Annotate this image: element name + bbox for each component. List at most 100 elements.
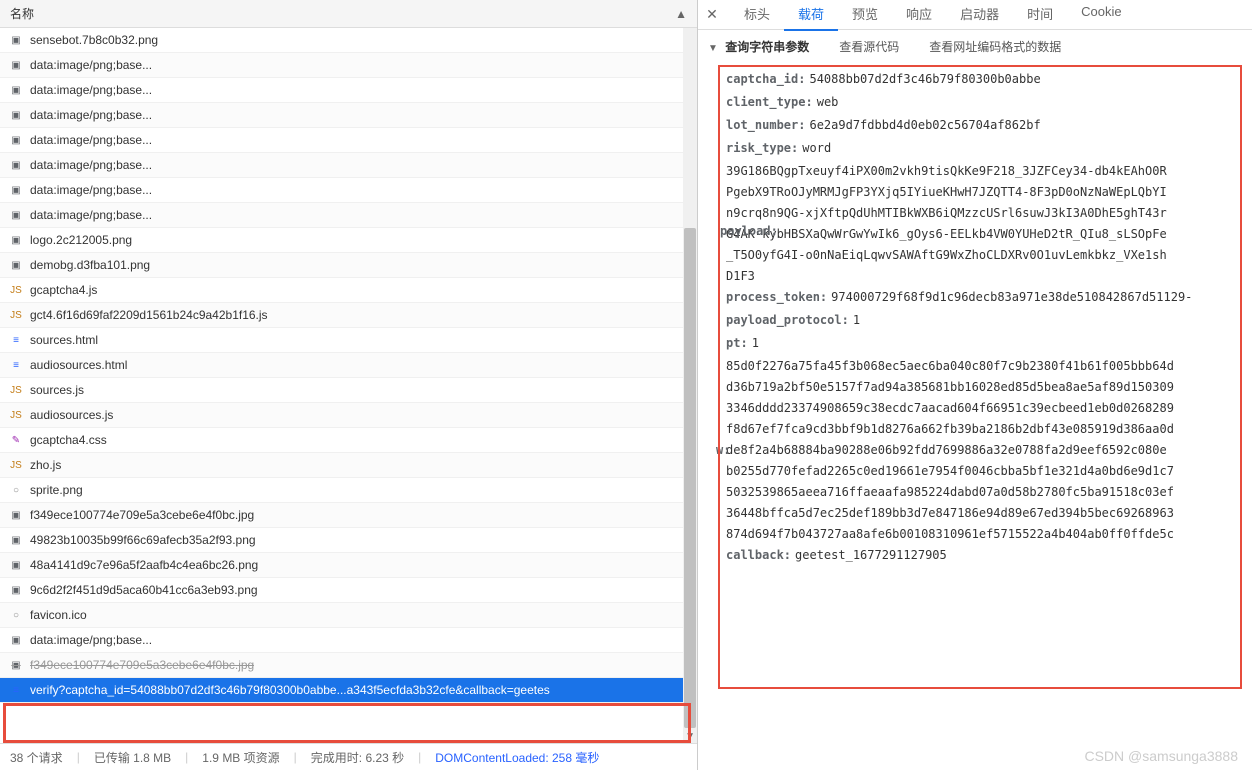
- request-name: data:image/png;base...: [30, 633, 152, 647]
- param-w: 85d0f2276a75fa45f3b068ec5aec6ba040c80f7c…: [726, 356, 1242, 545]
- param-payload-protocol: payload_protocol 1: [726, 310, 1242, 331]
- tab-4[interactable]: 启动器: [946, 0, 1013, 31]
- generic-file-icon: ○: [8, 482, 24, 498]
- status-resources: 1.9 MB 项资源: [202, 749, 279, 766]
- request-name: zho.js: [30, 458, 61, 472]
- request-list[interactable]: ▣sensebot.7b8c0b32.png▣data:image/png;ba…: [0, 28, 697, 743]
- scrollbar-thumb[interactable]: [684, 228, 696, 728]
- request-row[interactable]: ▣9c6d2f2f451d9d5aca60b41cc6a3eb93.png: [0, 578, 697, 603]
- request-name: 48a4141d9c7e96a5f2aafb4c4ea6bc26.png: [30, 558, 258, 572]
- request-name: gcaptcha4.js: [30, 283, 97, 297]
- image-file-icon: ▣: [8, 182, 24, 198]
- status-finish: 完成用时: 6.23 秒: [311, 749, 404, 766]
- request-row[interactable]: JS gcaptcha4.js: [0, 278, 697, 303]
- status-transferred: 已传输 1.8 MB: [94, 749, 171, 766]
- scrollbar-track[interactable]: [683, 28, 697, 743]
- request-row[interactable]: ▣data:image/png;base...: [0, 203, 697, 228]
- tab-3[interactable]: 响应: [892, 0, 946, 31]
- html-file-icon: ≡: [8, 357, 24, 373]
- view-urlencoded-link[interactable]: 查看网址编码格式的数据: [929, 38, 1061, 55]
- request-name: logo.2c212005.png: [30, 233, 132, 247]
- request-row[interactable]: ▣data:image/png;base...: [0, 628, 697, 653]
- request-row[interactable]: ≡sources.html: [0, 328, 697, 353]
- request-row[interactable]: ▣ f349ece100774e709e5a3cebe6e4f0bc.jpg: [0, 653, 697, 678]
- tab-6[interactable]: Cookie: [1067, 0, 1135, 31]
- request-name: data:image/png;base...: [30, 83, 152, 97]
- request-row[interactable]: ≡audiosources.html: [0, 353, 697, 378]
- param-lot-number: lot_number 6e2a9d7fdbbd4d0eb02c56704af86…: [726, 115, 1242, 136]
- payload-line: G4AK-kybHBSXaQwWrGwYwIk6_gOys6-EELkb4VW0…: [726, 224, 1242, 245]
- request-row[interactable]: ▣f349ece100774e709e5a3cebe6e4f0bc.jpg: [0, 503, 697, 528]
- image-file-icon: ▣: [8, 157, 24, 173]
- request-name: sprite.png: [30, 483, 83, 497]
- scroll-down-arrow-icon[interactable]: ▼: [685, 731, 695, 742]
- request-row[interactable]: ○favicon.ico: [0, 603, 697, 628]
- view-source-link[interactable]: 查看源代码: [839, 38, 899, 55]
- param-risk-type: risk_type word: [726, 138, 1242, 159]
- image-file-icon: ▣: [8, 232, 24, 248]
- request-row[interactable]: ○ sprite.png: [0, 478, 697, 503]
- w-line: b0255d770fefad2265c0ed19661e7954f0046cbb…: [726, 461, 1242, 482]
- w-line: 5032539865aeea716ffaeaafa985224dabd07a0d…: [726, 482, 1242, 503]
- query-params: captcha_id 54088bb07d2df3c46b79f80300b0a…: [706, 63, 1252, 574]
- disclosure-triangle-icon[interactable]: ▼: [708, 43, 718, 54]
- request-row[interactable]: JS zho.js: [0, 453, 697, 478]
- payload-line: n9crq8n9QG-xjXftpQdUhMTIBkWXB6iQMzzcUSrl…: [726, 203, 1242, 224]
- w-line: 874d694f7b043727aa8afe6b00108310961ef571…: [726, 524, 1242, 545]
- tab-1[interactable]: 载荷: [784, 0, 838, 31]
- request-name: verify?captcha_id=54088bb07d2df3c46b79f8…: [30, 683, 550, 697]
- image-file-icon: ▣: [8, 32, 24, 48]
- request-name: sources.js: [30, 383, 84, 397]
- network-requests-panel: 名称 ▲ ▣sensebot.7b8c0b32.png▣data:image/p…: [0, 0, 698, 770]
- html-file-icon: ≡: [8, 682, 24, 698]
- js-file-icon: JS: [8, 307, 24, 323]
- request-row[interactable]: ▣data:image/png;base...: [0, 53, 697, 78]
- status-domloaded: DOMContentLoaded: 258 毫秒: [435, 749, 599, 766]
- column-header-name: 名称: [10, 5, 34, 22]
- request-name: data:image/png;base...: [30, 133, 152, 147]
- request-row[interactable]: ▣data:image/png;base...: [0, 78, 697, 103]
- image-file-icon: ▣: [8, 57, 24, 73]
- payload-line: _T5O0yfG4I-o0nNaEiqLqwvSAWAftG9WxZhoCLDX…: [726, 245, 1242, 266]
- request-name: 9c6d2f2f451d9d5aca60b41cc6a3eb93.png: [30, 583, 258, 597]
- request-row[interactable]: ▣data:image/png;base...: [0, 153, 697, 178]
- request-name: gct4.6f16d69faf2209d1561b24c9a42b1f16.js: [30, 308, 268, 322]
- request-row[interactable]: JS gct4.6f16d69faf2209d1561b24c9a42b1f16.…: [0, 303, 697, 328]
- request-name: f349ece100774e709e5a3cebe6e4f0bc.jpg: [30, 508, 254, 522]
- css-file-icon: ✎: [8, 432, 24, 448]
- details-tabs: ✕ 标头载荷预览响应启动器时间Cookie: [698, 0, 1252, 30]
- request-row[interactable]: ▣49823b10035b99f66c69afecb35a2f93.png: [0, 528, 697, 553]
- request-row[interactable]: ✎ gcaptcha4.css: [0, 428, 697, 453]
- tab-0[interactable]: 标头: [730, 0, 784, 31]
- request-row[interactable]: ▣ 48a4141d9c7e96a5f2aafb4c4ea6bc26.png: [0, 553, 697, 578]
- request-name: f349ece100774e709e5a3cebe6e4f0bc.jpg: [30, 658, 254, 672]
- request-row[interactable]: ▣ data:image/png;base...: [0, 128, 697, 153]
- close-icon[interactable]: ✕: [702, 5, 722, 25]
- js-file-icon: JS: [8, 282, 24, 298]
- param-callback: callback geetest_1677291127905: [726, 545, 1242, 566]
- request-row[interactable]: ▣ logo.2c212005.png: [0, 228, 697, 253]
- js-file-icon: JS: [8, 407, 24, 423]
- tab-2[interactable]: 预览: [838, 0, 892, 31]
- request-row[interactable]: ▣demobg.d3fba101.png: [0, 253, 697, 278]
- request-row[interactable]: JS sources.js: [0, 378, 697, 403]
- request-row[interactable]: ▣ data:image/png;base...: [0, 178, 697, 203]
- param-pt: pt 1: [726, 333, 1242, 354]
- js-file-icon: JS: [8, 457, 24, 473]
- request-name: sources.html: [30, 333, 98, 347]
- request-row[interactable]: ≡ verify?captcha_id=54088bb07d2df3c46b79f…: [0, 678, 697, 703]
- section-header: ▼ 查询字符串参数 查看源代码 查看网址编码格式的数据: [706, 38, 1252, 55]
- tab-5[interactable]: 时间: [1013, 0, 1067, 31]
- js-file-icon: JS: [8, 382, 24, 398]
- column-header[interactable]: 名称 ▲: [0, 0, 697, 28]
- request-name: data:image/png;base...: [30, 183, 152, 197]
- request-row[interactable]: ▣sensebot.7b8c0b32.png: [0, 28, 697, 53]
- request-row[interactable]: ▣data:image/png;base...: [0, 103, 697, 128]
- w-line: 85d0f2276a75fa45f3b068ec5aec6ba040c80f7c…: [726, 356, 1242, 377]
- request-name: favicon.ico: [30, 608, 87, 622]
- image-file-icon: ▣: [8, 557, 24, 573]
- image-file-icon: ▣: [8, 657, 24, 673]
- image-file-icon: ▣: [8, 132, 24, 148]
- request-name: gcaptcha4.css: [30, 433, 107, 447]
- request-row[interactable]: JSaudiosources.js: [0, 403, 697, 428]
